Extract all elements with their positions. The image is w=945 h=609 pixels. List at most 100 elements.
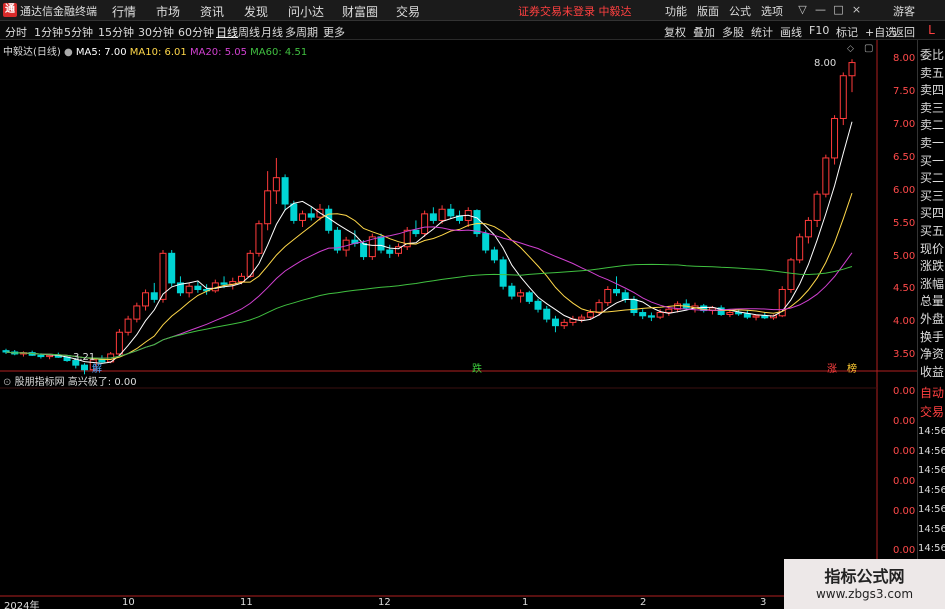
event-marker-1[interactable]: 跌 [472,360,482,375]
sidebar-item-5[interactable]: 卖一 [920,134,945,151]
candle-body[interactable] [752,315,760,318]
user-label[interactable]: 游客 [893,3,915,19]
candle-body[interactable] [307,213,315,218]
candle-body[interactable] [290,203,298,221]
candle-body[interactable] [176,282,184,294]
candle-body[interactable] [80,364,88,371]
candle-body[interactable] [595,302,603,314]
candle-body[interactable] [464,210,472,221]
candle-body[interactable] [211,282,219,292]
period-tab-7[interactable]: 周线 [238,24,260,40]
candle-body[interactable] [848,62,856,77]
sidebar-bottom-item-0[interactable]: 自动 [920,384,945,401]
candle-body[interactable] [770,315,778,319]
maximize-icon[interactable]: □ [831,2,846,17]
candle-body[interactable] [281,177,289,205]
candle-body[interactable] [691,305,699,309]
candle-body[interactable] [778,288,786,317]
sidebar-item-3[interactable]: 卖三 [920,99,945,116]
close-icon[interactable]: × [849,2,864,17]
period-tab-5[interactable]: 60分钟 [178,24,214,40]
candle-body[interactable] [316,208,324,218]
menu-item-4[interactable]: 问小达 [288,3,324,20]
candle-body[interactable] [333,229,341,251]
right-menu-item-2[interactable]: 公式 [729,3,751,19]
candle-body[interactable] [412,229,420,235]
candle-body[interactable] [560,321,568,327]
candle-body[interactable] [246,252,254,277]
period-tab-2[interactable]: 5分钟 [64,24,93,40]
candle-body[interactable] [185,285,193,294]
candle-body[interactable] [438,208,446,221]
candle-body[interactable] [456,215,464,221]
candle-body[interactable] [63,356,71,362]
candle-body[interactable] [717,307,725,315]
period-tab-4[interactable]: 30分钟 [138,24,174,40]
sidebar-item-17[interactable]: 净资 [920,345,945,362]
sidebar-item-7[interactable]: 买二 [920,169,945,186]
candle-body[interactable] [473,210,481,235]
menu-item-3[interactable]: 发现 [244,3,268,20]
candle-body[interactable] [674,303,682,310]
candle-body[interactable] [447,208,455,217]
candle-body[interactable] [630,298,638,314]
candle-body[interactable] [682,303,690,309]
sidebar-item-8[interactable]: 买三 [920,187,945,204]
sidebar-item-11[interactable]: 现价 [920,240,945,257]
kline-chart[interactable] [0,0,945,609]
minimize-icon[interactable]: — [813,2,828,17]
candle-body[interactable] [360,242,368,258]
sidebar-item-9[interactable]: 买四 [920,204,945,221]
candle-body[interactable] [220,282,228,285]
candle-body[interactable] [325,208,333,231]
period-tab-9[interactable]: 多周期 [285,24,318,40]
menu-item-5[interactable]: 财富圈 [342,3,378,20]
sidebar-item-16[interactable]: 换手 [920,328,945,345]
candle-body[interactable] [386,249,394,254]
sidebar-item-6[interactable]: 买一 [920,152,945,169]
sidebar-item-1[interactable]: 卖五 [920,64,945,81]
candle-body[interactable] [421,213,429,235]
event-marker-2[interactable]: 涨 [827,360,837,375]
candle-body[interactable] [534,300,542,310]
candle-body[interactable] [822,157,830,195]
candle-body[interactable] [508,285,516,297]
candle-body[interactable] [237,275,245,283]
candle-body[interactable] [264,190,272,225]
candle-body[interactable] [377,236,385,251]
candle-body[interactable] [490,249,498,261]
right-menu-item-1[interactable]: 版面 [697,3,719,19]
candle-body[interactable] [229,281,237,285]
sidebar-item-13[interactable]: 涨幅 [920,275,945,292]
candle-body[interactable] [11,351,19,355]
menu-item-0[interactable]: 行情 [112,3,136,20]
right-menu-item-0[interactable]: 功能 [665,3,687,19]
candle-body[interactable] [142,292,150,307]
sidebar-item-4[interactable]: 卖二 [920,116,945,133]
sidebar-item-18[interactable]: 收益 [920,363,945,380]
toolbar-btn-8[interactable]: 返回 [893,24,915,40]
candle-body[interactable] [150,292,158,300]
candle-body[interactable] [839,75,847,119]
indicator-dot-icon[interactable]: ⊙ [3,377,11,388]
candle-body[interactable] [743,313,751,318]
candle-body[interactable] [194,285,202,290]
toolbar-btn-7[interactable]: +自选 [865,24,896,40]
l-button[interactable]: L [918,21,945,40]
period-tab-8[interactable]: 月线 [261,24,283,40]
candle-body[interactable] [107,353,115,363]
toolbar-btn-1[interactable]: 叠加 [693,24,715,40]
candle-body[interactable] [46,354,54,358]
candle-body[interactable] [368,236,376,258]
candle-body[interactable] [613,288,621,294]
candle-body[interactable] [735,312,743,315]
candle-body[interactable] [831,117,839,159]
candle-body[interactable] [2,350,10,353]
candle-body[interactable] [19,352,27,355]
candle-body[interactable] [647,315,655,318]
candle-body[interactable] [796,236,804,261]
event-marker-3[interactable]: 榜 [847,360,857,375]
period-tab-3[interactable]: 15分钟 [98,24,134,40]
period-tab-6[interactable]: 日线 [216,24,238,40]
candle-body[interactable] [255,223,263,254]
